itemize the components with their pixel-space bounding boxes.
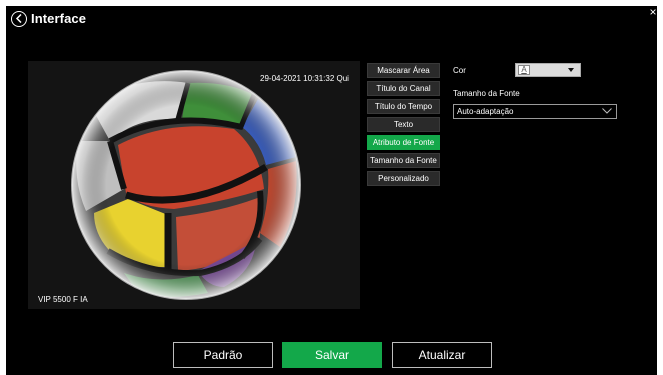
back-circle-icon[interactable]: [11, 11, 27, 27]
menu-item-atributo-fonte[interactable]: Atributo de Fonte: [367, 135, 440, 150]
video-preview: 29-04-2021 10:31:32 Qui VIP 5500 F IA: [28, 61, 360, 309]
osd-channel-name[interactable]: VIP 5500 F IA: [38, 295, 88, 304]
fisheye-image: [28, 61, 360, 309]
chevron-down-icon: [568, 68, 574, 72]
close-icon[interactable]: ×: [647, 6, 659, 18]
page-title: Interface: [31, 11, 87, 26]
color-picker[interactable]: A: [515, 63, 581, 77]
menu-item-texto[interactable]: Texto: [367, 117, 440, 132]
chevron-down-icon: [602, 108, 612, 114]
menu-item-personalizado[interactable]: Personalizado: [367, 171, 440, 186]
title-bar: Interface ×: [6, 6, 657, 32]
menu-item-tamanho-fonte[interactable]: Tamanho da Fonte: [367, 153, 440, 168]
overlay-menu: Mascarar Área Título do Canal Título do …: [367, 63, 440, 189]
cor-label: Cor: [453, 66, 466, 75]
interface-window: Interface × 29-04-2021 10:31:32 Qui VIP …: [6, 6, 657, 375]
font-size-select[interactable]: Auto-adaptação: [453, 104, 617, 119]
color-swatch: A: [518, 65, 530, 75]
font-size-value: Auto-adaptação: [457, 107, 514, 116]
padrao-button[interactable]: Padrão: [173, 342, 273, 368]
salvar-button[interactable]: Salvar: [282, 342, 382, 368]
menu-item-titulo-canal[interactable]: Título do Canal: [367, 81, 440, 96]
osd-time-text[interactable]: 29-04-2021 10:31:32 Qui: [260, 74, 349, 83]
menu-item-titulo-tempo[interactable]: Título do Tempo: [367, 99, 440, 114]
menu-item-mascarar-area[interactable]: Mascarar Área: [367, 63, 440, 78]
action-bar: Padrão Salvar Atualizar: [6, 342, 657, 368]
tamanho-fonte-label: Tamanho da Fonte: [453, 89, 520, 98]
atualizar-button[interactable]: Atualizar: [392, 342, 492, 368]
